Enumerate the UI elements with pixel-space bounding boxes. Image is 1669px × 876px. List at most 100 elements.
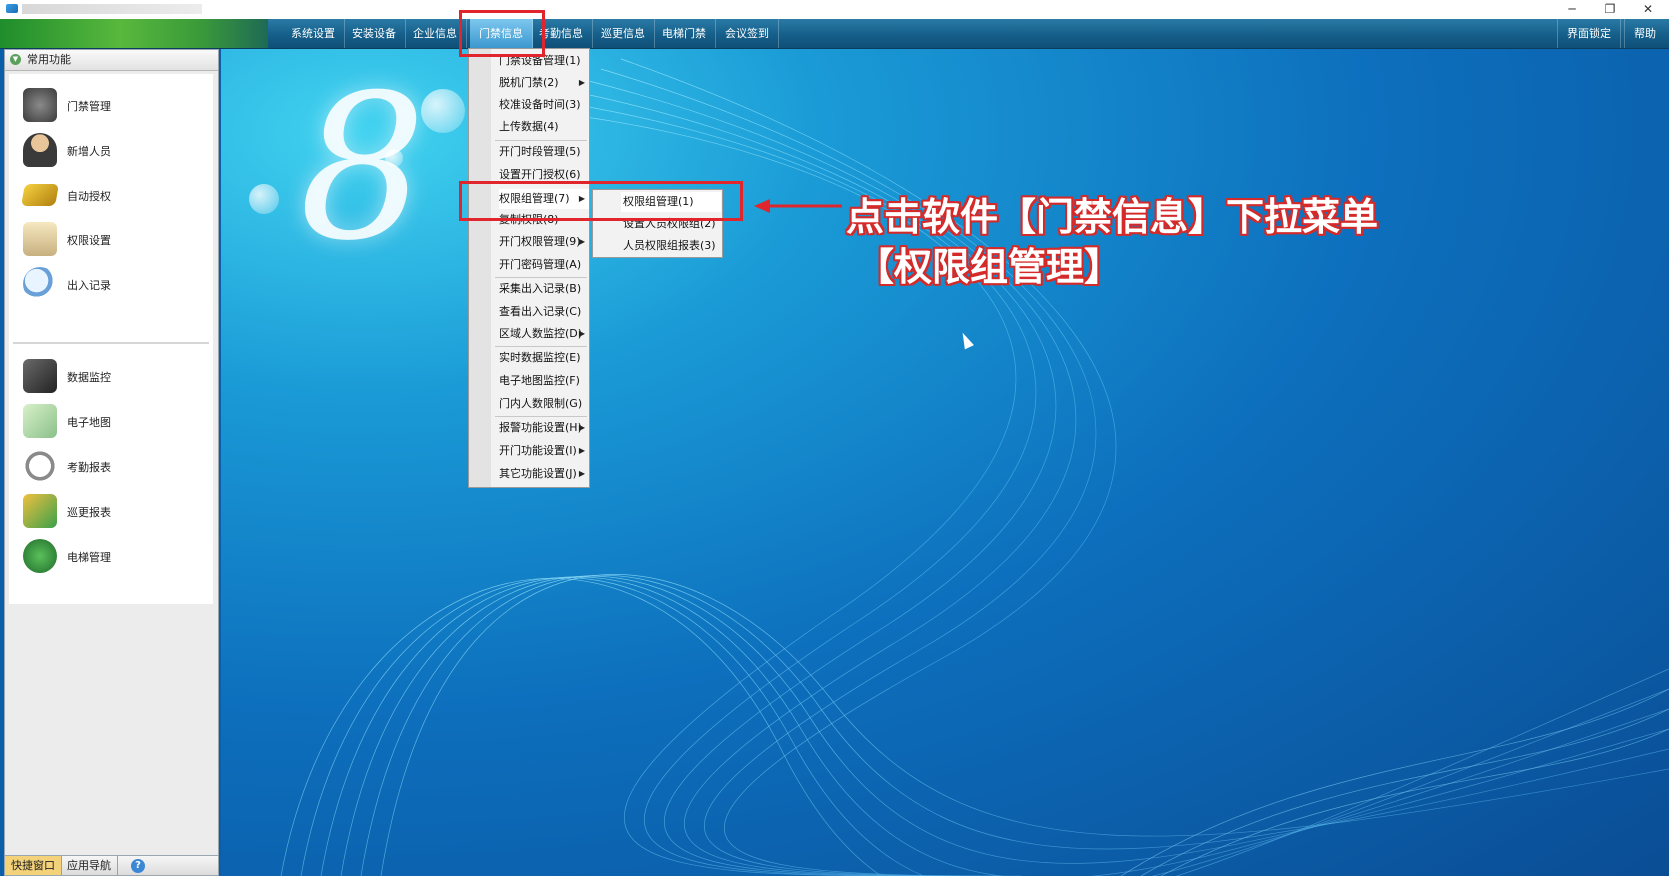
tab-quick-window[interactable]: 快捷窗口 — [5, 856, 62, 875]
menu-item-other-settings[interactable]: 其它功能设置(J) ▶ — [499, 464, 589, 484]
menu-item-realtime-monitor[interactable]: 实时数据监控(E) — [499, 348, 589, 368]
menu-item-label: 门内人数限制(G) — [499, 397, 583, 410]
menu-item-collect-records[interactable]: 采集出入记录(B) — [499, 279, 589, 299]
menu-item-label: 报警功能设置(H) — [499, 421, 582, 434]
menu-patrol-info[interactable]: 巡更信息 — [592, 19, 655, 48]
elevator-icon — [23, 539, 57, 573]
restore-button[interactable]: ❐ — [1593, 0, 1627, 19]
sidebar-item-label: 权限设置 — [67, 234, 111, 247]
menu-meeting-checkin[interactable]: 会议签到 — [716, 19, 779, 48]
sidebar-item-access-records[interactable]: 出入记录 — [19, 265, 199, 303]
menu-item-label: 开门时段管理(5) — [499, 145, 581, 158]
desktop-background: 8 — [221, 49, 1669, 876]
sidebar-item-label: 巡更报表 — [67, 506, 111, 519]
sidebar-panel: 门禁管理 新增人员 自动授权 权限设置 出入记录 数据监控 电子地图 考勤报表 … — [9, 74, 213, 604]
submenu-arrow-icon: ▶ — [578, 423, 585, 432]
sidebar-item-permission-settings[interactable]: 权限设置 — [19, 220, 199, 258]
highlight-box-submenu — [459, 181, 743, 221]
sidebar-item-label: 考勤报表 — [67, 461, 111, 474]
menu-item-calibrate-time[interactable]: 校准设备时间(3) — [499, 95, 589, 115]
menu-item-label: 电子地图监控(F) — [499, 374, 580, 387]
brand-banner — [0, 19, 268, 48]
arrow-icon — [754, 199, 842, 213]
menu-item-label: 开门权限管理(9) — [499, 235, 581, 248]
magnifier-icon — [23, 267, 57, 301]
sidebar-item-elevator-management[interactable]: 电梯管理 — [19, 537, 199, 575]
menu-lock-ui[interactable]: 界面锁定 — [1557, 19, 1621, 48]
clock-icon — [23, 449, 57, 483]
annotation-line-2: 【权限组管理】 — [856, 245, 1123, 289]
permission-doc-icon — [23, 222, 57, 256]
menu-separator — [495, 140, 587, 141]
sidebar-item-label: 出入记录 — [67, 279, 111, 292]
sidebar-item-auto-authorize[interactable]: 自动授权 — [19, 176, 199, 214]
logo-eight: 8 — [299, 52, 427, 285]
menu-item-occupancy-limit[interactable]: 门内人数限制(G) — [499, 394, 589, 414]
tab-app-navigation[interactable]: 应用导航 — [61, 856, 118, 875]
menu-item-offline-access[interactable]: 脱机门禁(2) ▶ — [499, 73, 589, 93]
map-icon — [23, 404, 57, 438]
menu-item-label: 脱机门禁(2) — [499, 76, 559, 89]
submenu-arrow-icon: ▶ — [578, 446, 585, 455]
menu-item-door-function-settings[interactable]: 开门功能设置(I) ▶ — [499, 441, 589, 461]
card-icon — [21, 184, 59, 206]
sidebar-header[interactable]: ▼ 常用功能 — [5, 50, 218, 71]
sidebar-item-label: 数据监控 — [67, 371, 111, 384]
menu-help[interactable]: 帮助 — [1624, 19, 1665, 48]
menu-item-label: 设置开门授权(6) — [499, 168, 581, 181]
close-button[interactable]: ✕ — [1631, 0, 1665, 19]
help-icon[interactable]: ? — [131, 859, 145, 873]
sidebar: ▼ 常用功能 门禁管理 新增人员 自动授权 权限设置 出入记录 数据监控 电子地… — [4, 49, 219, 861]
submenu-item-group-report[interactable]: 人员权限组报表(3) — [623, 236, 716, 256]
patrol-icon — [23, 494, 57, 528]
menu-item-alarm-settings[interactable]: 报警功能设置(H) ▶ — [499, 418, 589, 438]
menu-separator — [495, 346, 587, 347]
bubble-decoration — [421, 89, 465, 133]
menu-item-label: 实时数据监控(E) — [499, 351, 581, 364]
menu-item-label: 采集出入记录(B) — [499, 282, 582, 295]
window-title — [22, 4, 202, 14]
menu-item-label: 其它功能设置(J) — [499, 467, 577, 480]
bubble-decoration — [385, 149, 403, 167]
menu-system-settings[interactable]: 系统设置 — [282, 19, 345, 48]
menu-item-label: 区域人数监控(D) — [499, 327, 583, 340]
sidebar-item-label: 电子地图 — [67, 416, 111, 429]
menu-item-door-password[interactable]: 开门密码管理(A) — [499, 255, 589, 275]
menu-item-area-count-monitor[interactable]: 区域人数监控(D) ▶ — [499, 324, 589, 344]
bubble-decoration — [249, 184, 279, 214]
sidebar-item-label: 自动授权 — [67, 190, 111, 203]
menu-install-device[interactable]: 安装设备 — [343, 19, 406, 48]
sidebar-item-data-monitor[interactable]: 数据监控 — [19, 357, 199, 395]
sidebar-item-electronic-map[interactable]: 电子地图 — [19, 402, 199, 440]
menu-item-upload-data[interactable]: 上传数据(4) — [499, 117, 589, 137]
sidebar-item-attendance-report[interactable]: 考勤报表 — [19, 447, 199, 485]
menu-item-view-records[interactable]: 查看出入记录(C) — [499, 302, 589, 322]
sidebar-divider — [13, 342, 209, 344]
camera-icon — [23, 359, 57, 393]
submenu-arrow-icon: ▶ — [578, 237, 585, 246]
sidebar-item-label: 电梯管理 — [67, 551, 111, 564]
door-access-icon — [23, 88, 57, 122]
menu-bar: 系统设置 安装设备 企业信息 门禁信息 考勤信息 巡更信息 电梯门禁 会议签到 … — [0, 19, 1669, 49]
menu-item-door-permission[interactable]: 开门权限管理(9) ▶ — [499, 232, 589, 252]
menu-separator — [495, 416, 587, 417]
menu-item-map-monitor[interactable]: 电子地图监控(F) — [499, 371, 589, 391]
sidebar-item-add-person[interactable]: 新增人员 — [19, 131, 199, 169]
annotation-line-1: 点击软件【门禁信息】下拉菜单 — [846, 195, 1379, 239]
menu-item-door-time-periods[interactable]: 开门时段管理(5) — [499, 142, 589, 162]
menu-gutter — [469, 49, 491, 487]
sidebar-item-door-management[interactable]: 门禁管理 — [19, 86, 199, 124]
person-icon — [23, 133, 57, 167]
window-title-bar: ─ ❐ ✕ — [0, 0, 1669, 19]
menu-company-info[interactable]: 企业信息 — [404, 19, 467, 48]
minimize-button[interactable]: ─ — [1555, 0, 1589, 19]
menu-elevator-access[interactable]: 电梯门禁 — [653, 19, 716, 48]
sidebar-item-label: 门禁管理 — [67, 100, 111, 113]
menu-item-label: 开门功能设置(I) — [499, 444, 577, 457]
chevron-down-icon: ▼ — [10, 54, 21, 65]
submenu-arrow-icon: ▶ — [578, 469, 585, 478]
app-icon — [6, 4, 18, 13]
sidebar-item-patrol-report[interactable]: 巡更报表 — [19, 492, 199, 530]
sidebar-header-label: 常用功能 — [27, 53, 71, 66]
menu-item-label: 校准设备时间(3) — [499, 98, 581, 111]
